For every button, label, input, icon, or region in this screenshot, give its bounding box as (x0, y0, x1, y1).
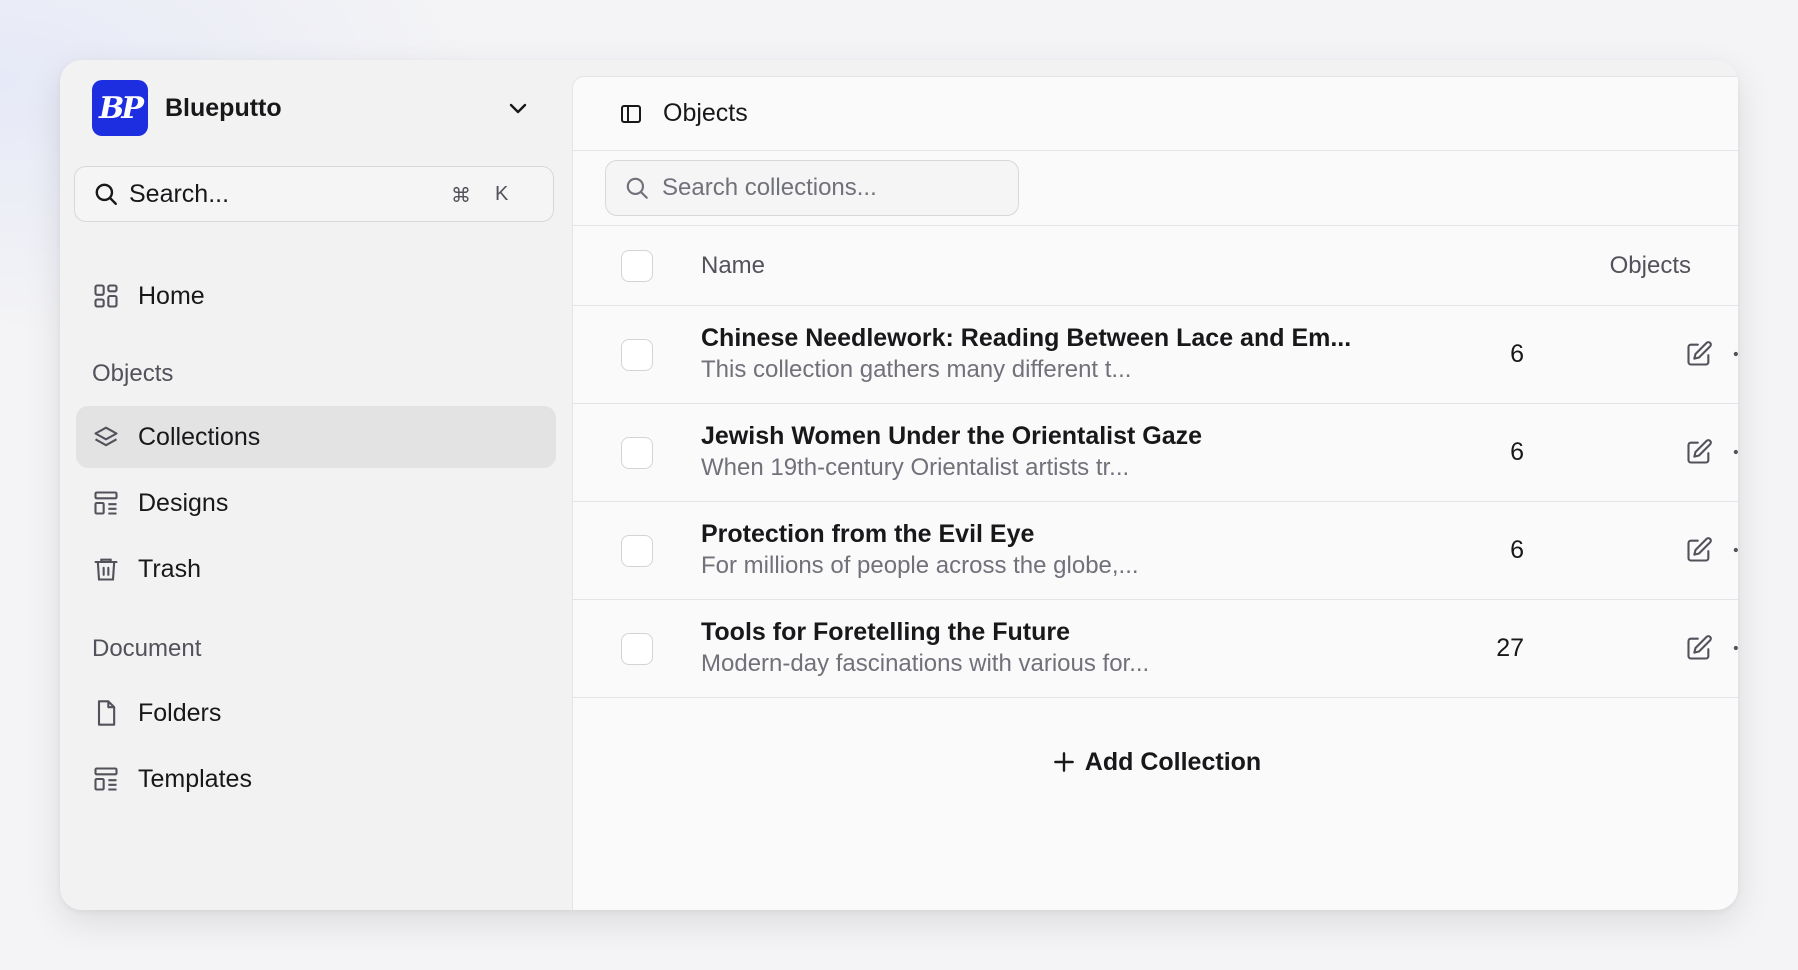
sidebar-item-label: Home (138, 281, 205, 310)
page-title: Objects (663, 99, 748, 127)
collection-description: For millions of people across the globe,… (701, 552, 1139, 579)
sidebar-item-label: Trash (138, 554, 201, 583)
shortcut-key: K (495, 183, 509, 205)
more-options-icon[interactable] (1730, 340, 1738, 368)
sidebar-item-label: Designs (138, 488, 229, 517)
sidebar-item-label: Templates (138, 764, 252, 793)
table-row[interactable]: Protection from the Evil Eye For million… (573, 502, 1738, 600)
edit-icon[interactable] (1685, 536, 1713, 564)
collection-name[interactable]: Chinese Needlework: Reading Between Lace… (701, 324, 1351, 353)
search-placeholder: Search... (129, 179, 230, 208)
object-count: 6 (1510, 340, 1524, 368)
sidebar-item-label: Folders (138, 698, 222, 727)
column-header-name[interactable]: Name (701, 252, 765, 280)
column-header-objects[interactable]: Objects (1433, 252, 1691, 280)
sidebar-item-collections[interactable]: Collections (76, 406, 556, 468)
sidebar-toggle-icon[interactable] (619, 102, 643, 126)
main-panel: Objects Search collections... Name Objec… (572, 76, 1738, 910)
edit-icon[interactable] (1685, 340, 1713, 368)
row-checkbox[interactable] (621, 437, 653, 469)
sidebar: BP Blueputto Search... ⌘ K Home Objects … (60, 60, 572, 910)
search-icon (626, 177, 648, 199)
object-count: 6 (1510, 438, 1524, 466)
sidebar-item-home[interactable]: Home (76, 265, 556, 327)
section-heading-objects: Objects (92, 360, 174, 387)
search-placeholder: Search collections... (662, 174, 877, 201)
sidebar-item-label: Collections (138, 422, 261, 451)
workspace-switcher[interactable]: BP Blueputto (92, 80, 544, 136)
collection-description: When 19th-century Orientalist artists tr… (701, 454, 1130, 481)
file-icon (97, 700, 116, 726)
section-heading-document: Document (92, 635, 202, 662)
trash-icon (94, 558, 118, 581)
more-options-icon[interactable] (1730, 634, 1738, 662)
row-checkbox[interactable] (621, 535, 653, 567)
workspace-logo: BP (92, 80, 148, 136)
search-icon (95, 183, 117, 205)
row-checkbox[interactable] (621, 633, 653, 665)
sidebar-item-designs[interactable]: Designs (76, 472, 556, 534)
more-options-icon[interactable] (1730, 536, 1738, 564)
collection-name[interactable]: Jewish Women Under the Orientalist Gaze (701, 422, 1202, 451)
command-key-icon: ⌘ (451, 185, 471, 207)
sidebar-item-trash[interactable]: Trash (76, 538, 556, 600)
table-header: Name Objects (573, 226, 1738, 306)
workspace-name: Blueputto (165, 93, 282, 122)
add-collection-button[interactable]: Add Collection (573, 742, 1738, 782)
collection-search-input[interactable]: Search collections... (605, 160, 1019, 216)
dashboard-icon (94, 284, 118, 308)
template-icon (94, 491, 118, 515)
object-count: 27 (1496, 634, 1524, 662)
sidebar-item-folders[interactable]: Folders (76, 682, 556, 744)
app-window: BP Blueputto Search... ⌘ K Home Objects … (60, 60, 1738, 910)
collection-description: Modern-day fascinations with various for… (701, 650, 1150, 677)
edit-icon[interactable] (1685, 634, 1713, 662)
table-row[interactable]: Chinese Needlework: Reading Between Lace… (573, 306, 1738, 404)
top-bar: Objects (573, 77, 1738, 151)
sidebar-item-templates[interactable]: Templates (76, 748, 556, 810)
table-row[interactable]: Jewish Women Under the Orientalist Gaze … (573, 404, 1738, 502)
add-collection-label: Add Collection (1084, 747, 1262, 776)
filter-bar: Search collections... (573, 151, 1738, 226)
object-count: 6 (1510, 536, 1524, 564)
global-search-input[interactable]: Search... ⌘ K (74, 166, 554, 222)
select-all-checkbox[interactable] (621, 250, 653, 282)
row-checkbox[interactable] (621, 339, 653, 371)
layers-icon (94, 426, 118, 447)
collection-name[interactable]: Protection from the Evil Eye (701, 520, 1034, 549)
table-row[interactable]: Tools for Foretelling the Future Modern-… (573, 600, 1738, 698)
template-icon (94, 767, 118, 791)
collection-description: This collection gathers many different t… (701, 356, 1132, 383)
more-options-icon[interactable] (1730, 438, 1738, 466)
edit-icon[interactable] (1685, 438, 1713, 466)
collection-name[interactable]: Tools for Foretelling the Future (701, 618, 1070, 647)
plus-icon (1053, 752, 1074, 772)
chevron-down-icon[interactable] (506, 96, 530, 120)
